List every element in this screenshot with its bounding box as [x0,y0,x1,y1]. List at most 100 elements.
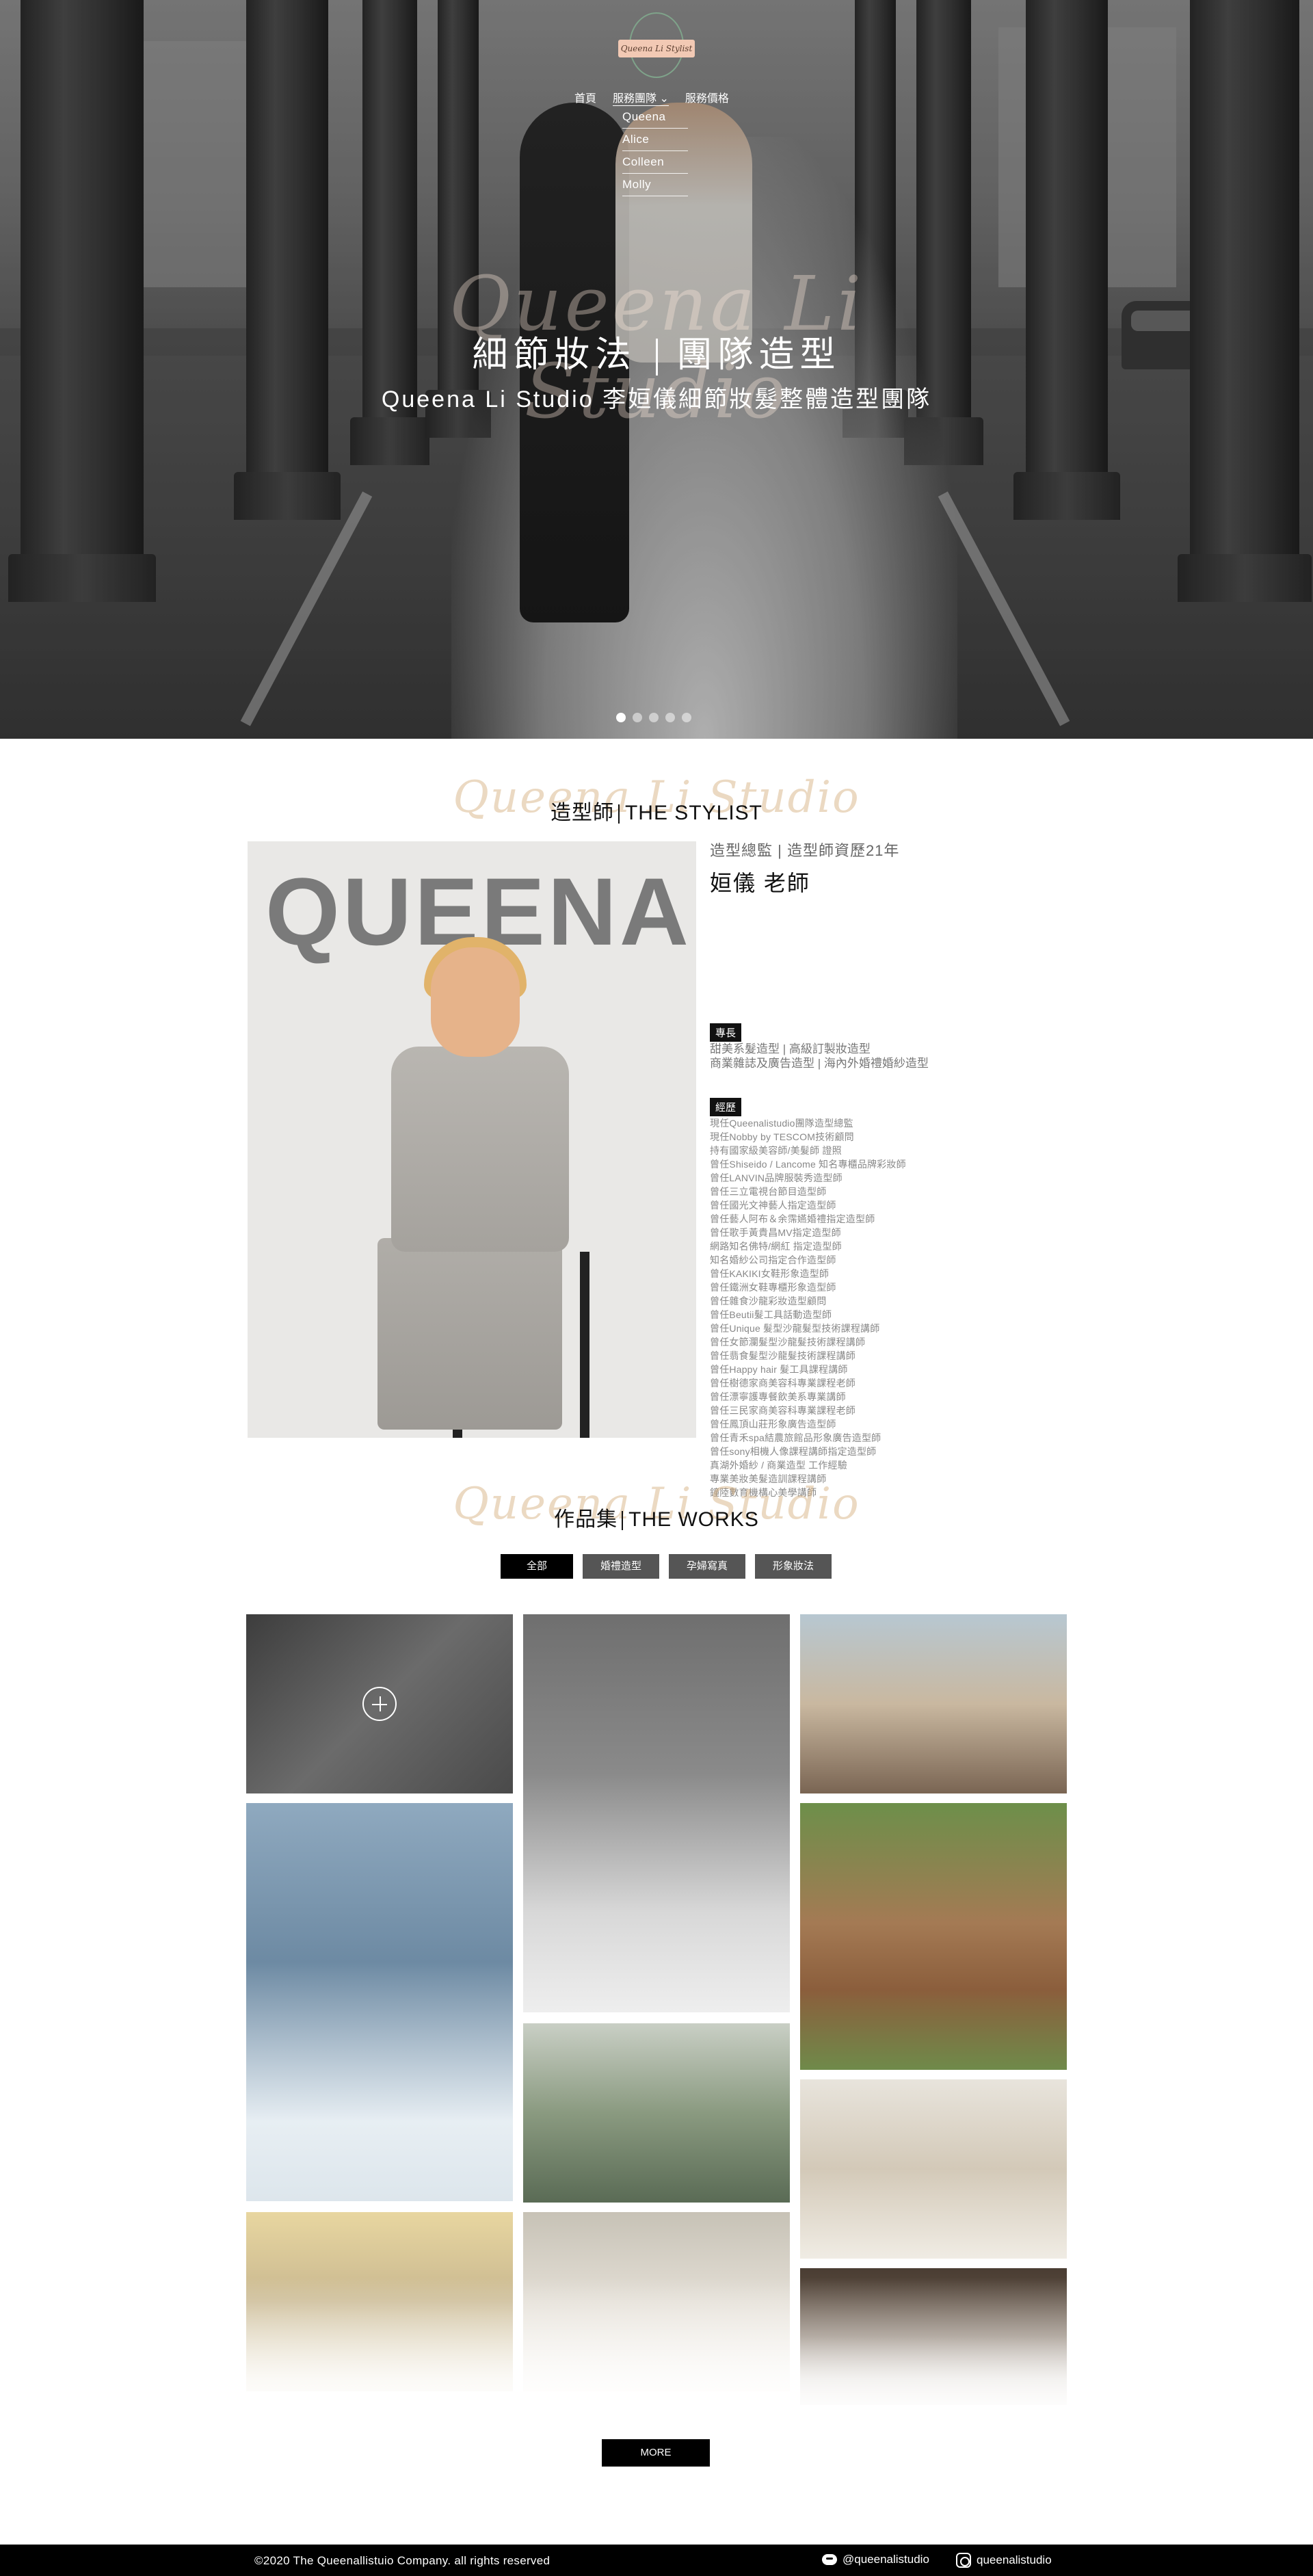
filter-wedding[interactable]: 婚禮造型 [583,1554,660,1579]
gallery-sunset-portrait[interactable] [246,2212,513,2391]
stylist-info: 造型總監 | 造型師資歷21年 姮儀 老師 專長 甜美系髮造型 | 高級訂製妝造… [710,839,1093,1499]
stylist-heading-en: THE STYLIST [624,802,763,824]
info-line: 曾任KAKIKI女鞋形象造型師 [710,1268,830,1279]
more-button[interactable]: MORE [602,2439,710,2467]
slider-dots [616,713,691,722]
info-line: 曾任三民家商美容科專業課程老師 [710,1405,856,1416]
hero-title-right: 團隊造型 [676,335,841,375]
footer-chat-handle: @queenalistudio [843,2553,929,2566]
specialty-list: 甜美系髮造型 | 高級訂製妝造型商業雜誌及廣告造型 | 海內外婚禮婚紗造型 [710,1042,1093,1070]
info-line: 甜美系髮造型 | 高級訂製妝造型 [710,1042,871,1055]
stylist-heading-title: 造型師 THE STYLIST [0,796,1313,826]
info-line: 曾任LANVIN品牌服裝秀造型師 [710,1172,843,1183]
info-line: 曾任藝人阿布＆余霈嬿婚禮指定造型師 [710,1213,875,1224]
info-line: 商業雜誌及廣告造型 | 海內外婚禮婚紗造型 [710,1057,929,1070]
footer-chat-link[interactable]: @queenalistudio [822,2553,929,2566]
gallery-maternity-gown[interactable] [523,1614,790,2012]
info-line: 曾任三立電視台節目造型師 [710,1186,827,1197]
site-logo[interactable]: Queena Li Stylist [615,12,698,81]
works-heading-cn: 作品集 [554,1508,618,1531]
gallery-couple-alley[interactable] [800,1614,1067,1793]
gallery-library-bride[interactable] [800,2268,1067,2405]
info-line: 曾任鐵洲女鞋專櫃形象造型師 [710,1282,836,1293]
site-footer: ©2020 The Queenallistuio Company. all ri… [0,2545,1313,2576]
info-line: 曾任漂寧護專餐飲美系專業講師 [710,1391,846,1402]
nav-team-label: 服務團隊 [613,93,657,105]
info-line: 網路知名佛特/網紅 指定造型師 [710,1241,842,1252]
stylist-name: 姮儀 老師 [710,871,810,895]
info-line: 曾任國光文神藝人指定造型師 [710,1200,836,1211]
dropdown-item-molly[interactable]: Molly [622,174,688,196]
experience-block: 經歷 現任Queenalistudio團隊造型總監 現任Nobby by TESC… [710,1094,1093,1499]
info-line: 持有國家級美容師/美髮師 證照 [710,1145,842,1156]
works-heading: Queena Li Studio 作品集 THE WORKS [0,1479,1313,1532]
dropdown-item-alice[interactable]: Alice [622,129,688,151]
footer-copyright: ©2020 The Queenallistuio Company. all ri… [254,2554,551,2567]
instagram-icon [956,2553,971,2568]
gallery-bride-window[interactable] [800,2079,1067,2259]
slider-dot[interactable] [633,713,642,722]
team-dropdown: Queena Alice Colleen Molly [622,106,688,196]
hero-title: 細節妝法 團隊造型 [0,326,1313,377]
works-heading-en: THE WORKS [628,1508,759,1531]
info-line: 真湖外婚紗 / 商業造型 工作經驗 [710,1460,847,1471]
hero-subtitle: Queena Li Studio 李姮儀細節妝髮整體造型團隊 [381,386,932,412]
hero-slider: Queena Li Stylist 首頁 服務團隊 ⌄ 服務價格 Queena … [0,0,1313,739]
gallery-bride-pier[interactable] [246,1803,513,2201]
stylist-role: 造型總監 | 造型師資歷21年 [710,842,900,859]
logo-text: Queena Li Stylist [618,40,695,57]
chevron-down-icon: ⌄ [659,93,669,105]
info-line: 現任Queenalistudio團隊造型總監 [710,1118,853,1129]
info-line: 曾任翡食髮型沙龍髮技術課程講師 [710,1350,856,1361]
info-line: 曾任樹德家商美容科專業課程老師 [710,1378,856,1389]
gallery-bride-lake[interactable] [523,2023,790,2203]
info-line: 曾任雜食沙龍彩妝造型顧問 [710,1296,827,1306]
gallery-chandelier[interactable] [523,2212,790,2391]
title-divider [655,339,658,376]
info-line: 曾任Shiseido / Lancome 知名專櫃品牌彩妝師 [710,1159,906,1170]
works-filter-bar: 全部 婚禮造型 孕婦寫真 形象妝法 [501,1554,832,1579]
slider-dot[interactable] [682,713,691,722]
slider-dot[interactable] [665,713,675,722]
chat-icon [822,2554,837,2565]
filter-all[interactable]: 全部 [501,1554,574,1579]
stylist-heading-cn: 造型師 [550,802,614,824]
heading-divider [622,1511,624,1531]
stylist-photo: QUEENA [248,841,696,1438]
main-nav: 首頁 服務團隊 ⌄ 服務價格 [574,89,729,106]
gallery-wedding-couple[interactable] [246,1614,513,1793]
dropdown-item-queena[interactable]: Queena [622,106,688,129]
info-line: 曾任青禾spa結農旅館品形象廣告造型師 [710,1432,881,1443]
specialty-block: 專長 甜美系髮造型 | 高級訂製妝造型商業雜誌及廣告造型 | 海內外婚禮婚紗造型 [710,1019,1093,1070]
zoom-plus-icon[interactable] [362,1687,397,1721]
specialty-tag: 專長 [710,1023,742,1042]
heading-divider [618,804,620,824]
footer-ig-handle: queenalistudio [977,2553,1052,2566]
stylist-figure-head [431,947,520,1057]
info-line: 曾任歌手黃貴昌MV指定造型師 [710,1227,841,1238]
hero-title-left: 細節妝法 [472,335,637,375]
info-line: 曾任鳳頂山莊形象廣告造型師 [710,1419,836,1430]
info-line: 曾任Happy hair 髮工具課程講師 [710,1364,848,1375]
stylist-figure-legs [377,1238,562,1430]
dropdown-item-colleen[interactable]: Colleen [622,151,688,174]
experience-tag: 經歷 [710,1098,742,1116]
info-line: 曾任sony相機人像課程講師指定造型師 [710,1446,877,1457]
info-line: 現任Nobby by TESCOM技術顧問 [710,1131,854,1142]
filter-maternity[interactable]: 孕婦寫真 [669,1554,746,1579]
info-line: 曾任Unique 髮型沙龍髮型技術課程講師 [710,1323,880,1334]
slider-dot[interactable] [649,713,659,722]
nav-home[interactable]: 首頁 [574,89,596,106]
nav-pricing[interactable]: 服務價格 [685,89,729,106]
experience-list: 現任Queenalistudio團隊造型總監 現任Nobby by TESCOM技… [710,1116,1093,1499]
info-line: 知名婚紗公司指定合作造型師 [710,1254,836,1265]
works-heading-title: 作品集 THE WORKS [0,1502,1313,1532]
footer-instagram-link[interactable]: queenalistudio [956,2553,1052,2568]
info-line: 曾任Beutii髮工具話動造型師 [710,1309,832,1320]
stylist-figure-body [391,1047,569,1252]
nav-team[interactable]: 服務團隊 ⌄ [613,89,669,106]
slider-dot[interactable] [616,713,626,722]
info-line: 曾任女節瀾髮型沙龍髮技術課程講師 [710,1337,866,1348]
filter-image-makeup[interactable]: 形象妝法 [755,1554,832,1579]
gallery-portrait-garden[interactable] [800,1803,1067,2070]
